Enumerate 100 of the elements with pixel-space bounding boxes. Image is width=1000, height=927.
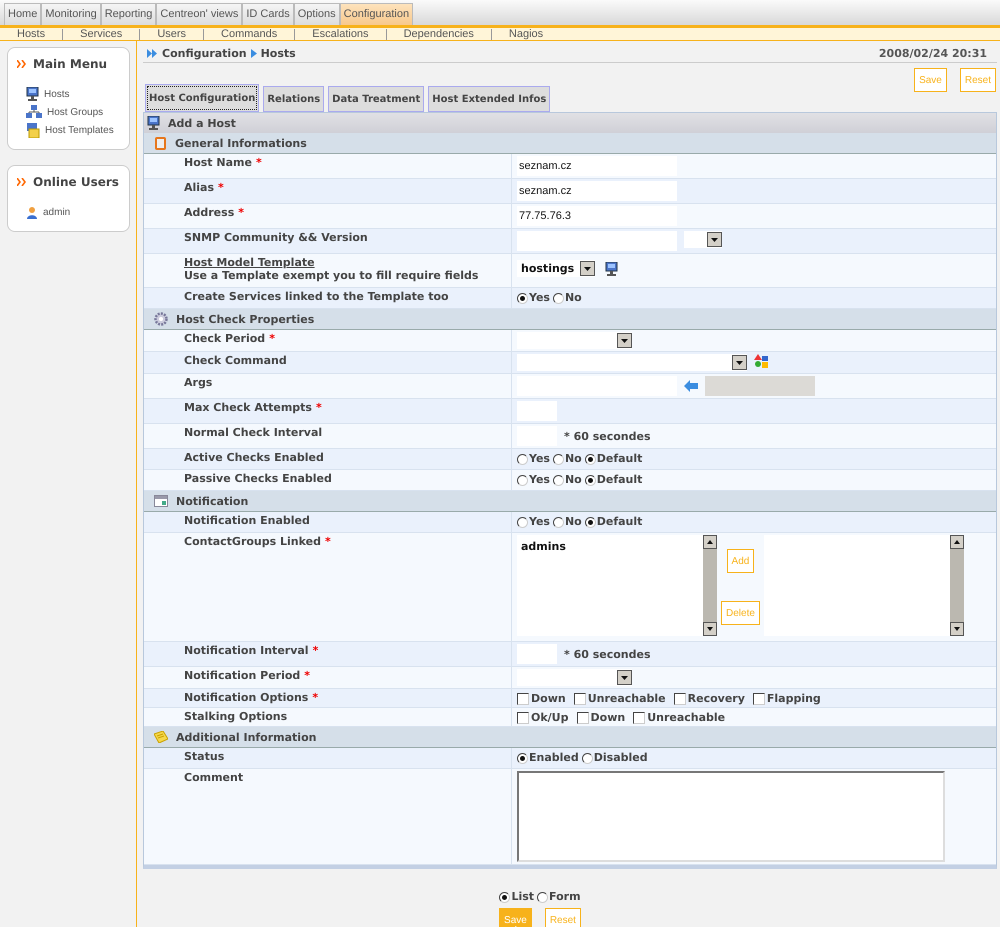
list-box[interactable]: admins: [517, 535, 717, 636]
unit-text: * 60 secondes: [564, 648, 651, 660]
radio-option[interactable]: Yes: [517, 515, 550, 528]
field-label: Notification Interval: [184, 644, 309, 657]
radio-option[interactable]: List: [499, 890, 534, 903]
list-item[interactable]: admins: [517, 537, 570, 556]
arrow-icon: [250, 49, 257, 58]
checkbox[interactable]: [576, 712, 588, 724]
required-mark: *: [269, 332, 275, 345]
shapes-icon[interactable]: [754, 354, 769, 368]
radio-option[interactable]: Form: [537, 890, 581, 903]
radio-button[interactable]: [517, 517, 528, 528]
checkbox[interactable]: [633, 712, 646, 724]
field-label: Max Check Attempts: [184, 401, 312, 414]
radio-button[interactable]: [499, 892, 510, 903]
sidebar-link[interactable]: Host Templates: [17, 121, 121, 139]
checkbox-option[interactable]: Down: [517, 692, 566, 705]
panel-title: Main Menu: [33, 57, 108, 71]
select-field[interactable]: [517, 354, 747, 371]
menu-tab[interactable]: Options: [294, 3, 340, 25]
submenu-link[interactable]: Users: [157, 28, 186, 40]
menu-tab[interactable]: Centreon' views: [156, 3, 242, 25]
unit-text: * 60 secondes: [564, 430, 651, 442]
checkbox[interactable]: [574, 693, 586, 705]
checkbox[interactable]: [752, 693, 765, 705]
radio-option[interactable]: Default: [584, 452, 642, 465]
radio-button[interactable]: [552, 475, 564, 486]
panel-title: Online Users: [33, 175, 119, 189]
template-link[interactable]: Host Model Template: [184, 256, 315, 269]
radio-option[interactable]: No: [552, 291, 582, 304]
checkbox[interactable]: [517, 712, 529, 724]
checkbox-option[interactable]: Down: [576, 711, 626, 724]
radio-option[interactable]: Yes: [517, 291, 550, 304]
section-title: General Informations: [175, 136, 307, 150]
gear-icon: [154, 312, 168, 326]
radio-button[interactable]: [582, 753, 593, 764]
submenu-link[interactable]: Dependencies: [404, 28, 474, 40]
radio-button[interactable]: [517, 293, 528, 304]
radio-button[interactable]: [552, 293, 564, 304]
radio-option[interactable]: No: [552, 515, 582, 528]
text-field[interactable]: seznam.cz: [517, 156, 677, 176]
checkbox-option[interactable]: Unreachable: [633, 711, 726, 724]
radio-button[interactable]: [584, 517, 596, 528]
field-label: Notification Options: [184, 691, 308, 704]
left-arrow-icon[interactable]: [684, 380, 698, 392]
tab[interactable]: Data Treatment: [328, 86, 424, 112]
radio-button[interactable]: [584, 454, 596, 465]
radio-button[interactable]: [517, 475, 528, 486]
select-field[interactable]: hostings: [517, 260, 595, 277]
radio-button[interactable]: [552, 454, 564, 465]
radio-option[interactable]: Default: [584, 515, 642, 528]
radio-button[interactable]: [537, 892, 548, 903]
radio-button[interactable]: [552, 517, 564, 528]
submenu-link[interactable]: Commands: [221, 28, 278, 40]
menu-tab[interactable]: Monitoring: [41, 3, 101, 25]
field-label: Create Services linked to the Template too: [184, 290, 449, 303]
tab[interactable]: Relations: [263, 86, 324, 112]
text-field[interactable]: 77.75.76.3: [517, 206, 677, 226]
monitor-icon: [605, 262, 618, 276]
text-field[interactable]: seznam.cz: [517, 181, 677, 201]
sidebar-link[interactable]: Hosts: [17, 85, 121, 103]
radio-option[interactable]: Default: [584, 473, 642, 486]
menu-tab[interactable]: ID Cards: [242, 3, 294, 25]
select-field[interactable]: [684, 231, 722, 248]
submenu-link[interactable]: Hosts: [17, 28, 46, 40]
submenu-link[interactable]: Services: [80, 28, 122, 40]
select-field[interactable]: [517, 669, 632, 686]
radio-button[interactable]: [517, 454, 528, 465]
radio-button[interactable]: [584, 475, 596, 486]
field-label: Check Period: [184, 332, 266, 345]
radio-option[interactable]: No: [552, 473, 582, 486]
scrollbar[interactable]: [703, 535, 717, 636]
menu-tab[interactable]: Home: [4, 3, 42, 25]
radio-option[interactable]: Yes: [517, 473, 550, 486]
submenu-link[interactable]: Nagios: [508, 28, 544, 40]
select-field[interactable]: [517, 332, 632, 349]
submenu-link[interactable]: Escalations: [312, 28, 369, 40]
window-icon: [154, 495, 168, 507]
checkbox[interactable]: [674, 693, 686, 705]
tab[interactable]: Host Configuration: [145, 84, 260, 112]
radio-button[interactable]: [517, 753, 528, 764]
checkbox-option[interactable]: Recovery: [674, 692, 745, 705]
checkbox[interactable]: [517, 693, 529, 705]
checkbox-option[interactable]: Ok/Up: [517, 711, 568, 724]
menu-tab[interactable]: Reporting: [100, 3, 156, 25]
tab[interactable]: Host Extended Infos: [428, 86, 550, 112]
checkbox-option[interactable]: Unreachable: [574, 692, 666, 705]
menu-tab[interactable]: Configuration: [340, 3, 414, 25]
radio-option[interactable]: Disabled: [582, 751, 648, 764]
radio-option[interactable]: Yes: [517, 452, 550, 465]
radio-option[interactable]: Enabled: [517, 751, 579, 764]
sidebar-link[interactable]: Host Groups: [17, 103, 121, 121]
breadcrumb-link[interactable]: Configuration: [162, 47, 247, 60]
radio-option[interactable]: No: [552, 452, 582, 465]
sidebar-link[interactable]: admin: [17, 203, 121, 221]
field-label: Args: [184, 376, 212, 389]
checkbox-option[interactable]: Flapping: [752, 692, 821, 705]
scrollbar[interactable]: [950, 535, 964, 636]
comment-field[interactable]: [517, 771, 945, 862]
field-label: SNMP Community && Version: [184, 231, 368, 244]
